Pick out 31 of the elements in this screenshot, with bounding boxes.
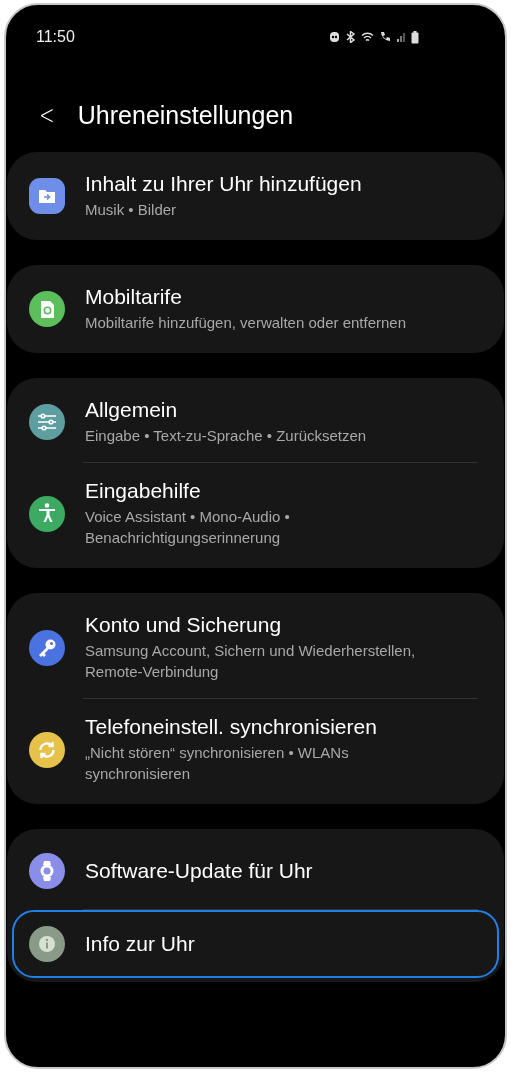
settings-item[interactable]: Inhalt zu Ihrer Uhr hinzufügen Musik • Bilder <box>7 156 504 236</box>
item-title: Konto und Sicherung <box>85 613 283 637</box>
item-title: Allgemein <box>85 398 179 422</box>
settings-item[interactable]: Allgemein Eingabe • Text-zu-Sprache • Zurücksetzen <box>7 382 504 462</box>
battery-icon <box>411 30 419 44</box>
settings-item[interactable]: Eingabehilfe Voice Assistant • Mono-Audio • Benachrichtigungserinnerung <box>7 463 504 564</box>
item-title: Info zur Uhr <box>85 932 196 956</box>
settings-item[interactable]: Mobiltarife Mobiltarife hinzufügen, verwalten oder entfernen <box>7 269 504 349</box>
signal-icon <box>396 31 406 43</box>
item-title: Mobiltarife <box>85 285 183 309</box>
notification-icon <box>329 31 340 43</box>
call-icon <box>379 31 391 43</box>
back-button[interactable]: < <box>36 100 58 130</box>
item-subtitle: Musik • Bilder <box>85 200 178 220</box>
page-title: Uhreneinstellungen <box>77 100 294 130</box>
item-title: Eingabehilfe <box>85 479 202 503</box>
settings-item[interactable]: Info zur Uhr <box>12 910 499 978</box>
settings-item[interactable]: Konto und Sicherung Samsung Account, Sichern und Wiederherstellen, Remote-Verbindung <box>7 597 504 698</box>
item-title: Software-Update für Uhr <box>85 859 314 883</box>
bluetooth-icon <box>345 31 356 43</box>
settings-item[interactable]: Telefoneinstell. synchronisieren „Nicht stören“ synchronisieren • WLANs synchronisieren <box>7 699 504 800</box>
item-subtitle: Eingabe • Text-zu-Sprache • Zurücksetzen <box>85 426 368 446</box>
settings-item[interactable]: Software-Update für Uhr <box>7 833 504 909</box>
item-title: Telefoneinstell. synchronisieren <box>85 715 378 739</box>
item-title: Inhalt zu Ihrer Uhr hinzufügen <box>85 172 363 196</box>
item-subtitle: „Nicht stören“ synchronisieren • WLANs synchronisieren <box>85 743 350 784</box>
status-time: 11:50 <box>36 28 75 46</box>
item-subtitle: Mobiltarife hinzufügen, verwalten oder entfernen <box>85 313 408 333</box>
wifi-icon <box>361 31 374 43</box>
item-subtitle: Voice Assistant • Mono-Audio • Benachrichtigungserinnerung <box>85 507 291 548</box>
item-subtitle: Samsung Account, Sichern und Wiederherstellen, Remote-Verbindung <box>85 641 417 682</box>
